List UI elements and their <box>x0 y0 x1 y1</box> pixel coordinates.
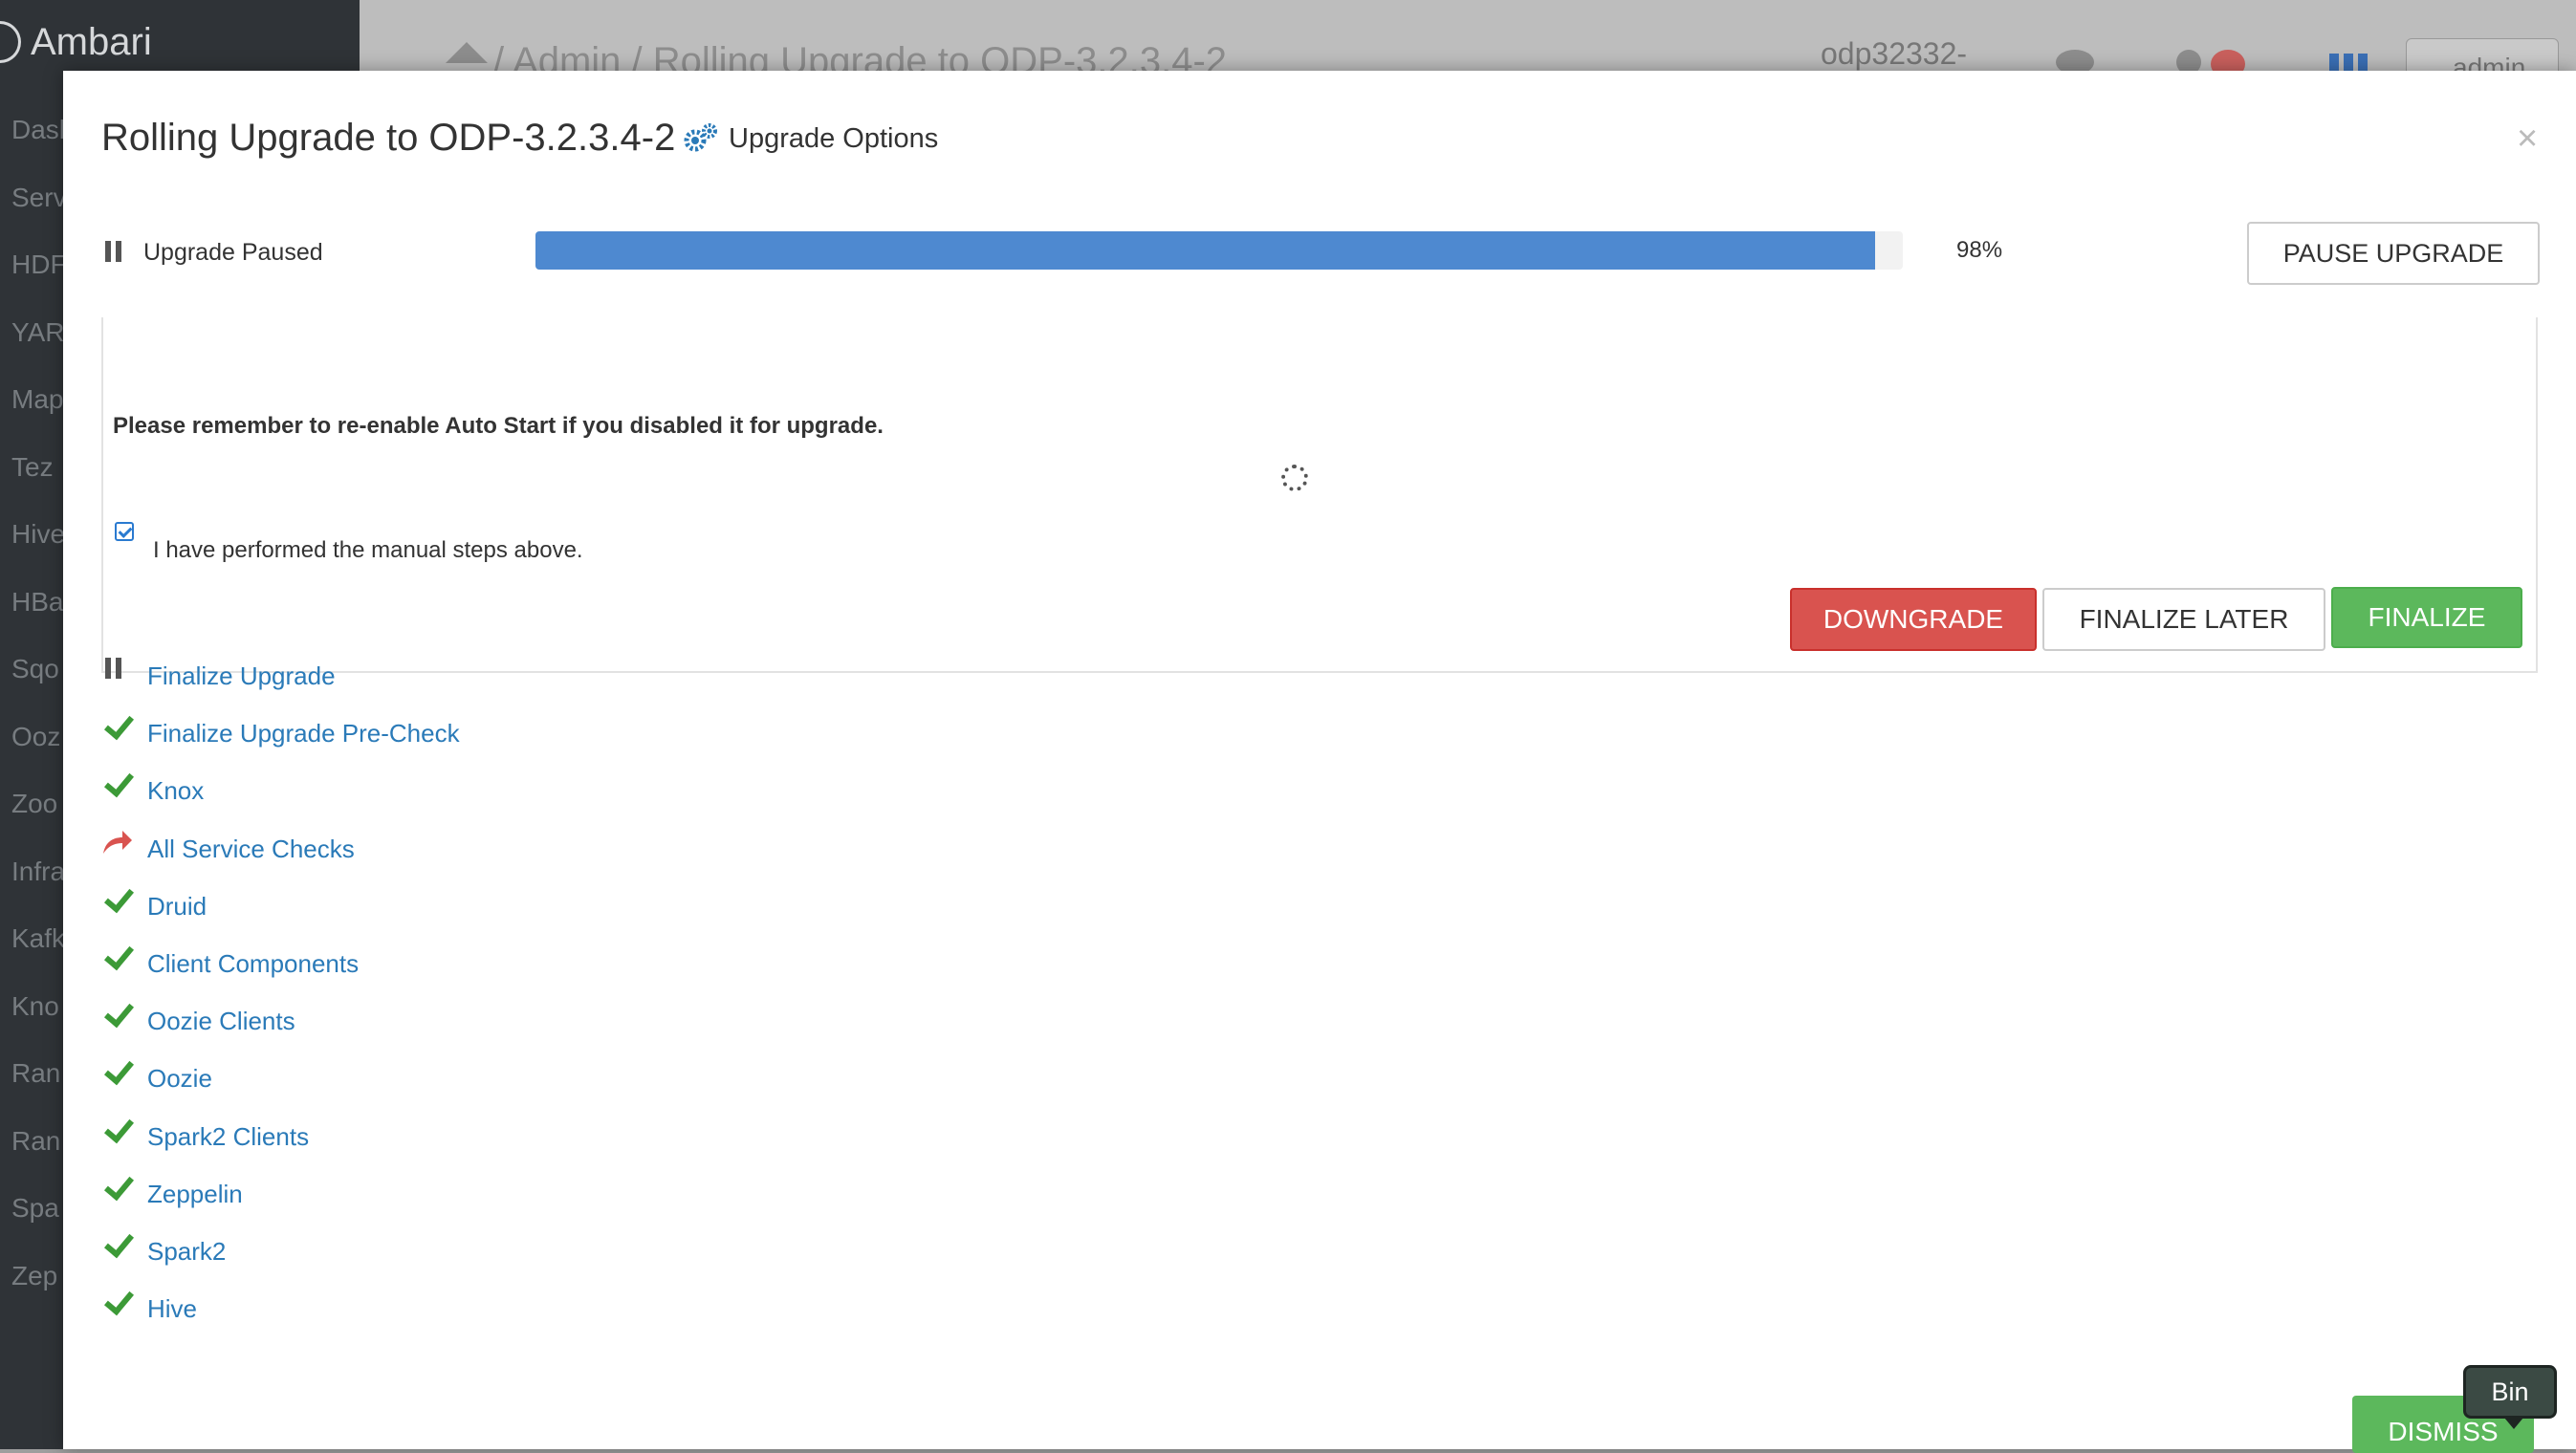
sidebar-item[interactable]: Map <box>11 384 63 415</box>
sidebar-item[interactable]: Ran <box>11 1058 60 1089</box>
upgrade-step-label[interactable]: Finalize Upgrade <box>147 661 336 691</box>
ambari-logo-icon <box>0 21 21 63</box>
upgrade-step-label[interactable]: Oozie Clients <box>147 1007 295 1036</box>
upgrade-step-label[interactable]: Hive <box>147 1294 197 1324</box>
sidebar-item[interactable]: Kno <box>11 991 59 1022</box>
spinner-icon <box>1281 465 1308 491</box>
upgrade-step-label[interactable]: Zeppelin <box>147 1180 243 1209</box>
check-icon <box>101 1001 134 1033</box>
pause-upgrade-button[interactable]: PAUSE UPGRADE <box>2247 222 2540 285</box>
upgrade-status: Upgrade Paused <box>143 239 323 266</box>
progress-percent: 98% <box>1956 237 2003 263</box>
check-icon <box>101 1289 134 1321</box>
gears-icon <box>684 123 717 152</box>
upgrade-modal: Rolling Upgrade to ODP-3.2.3.4-2 Upgrade… <box>63 71 2576 1449</box>
check-icon <box>101 943 134 976</box>
check-icon <box>101 1174 134 1206</box>
sidebar-item[interactable]: Spa <box>11 1193 59 1224</box>
sidebar-item[interactable]: Zoo <box>11 789 57 819</box>
sidebar-item[interactable]: Hive <box>11 519 65 550</box>
finalize-button[interactable]: FINALIZE <box>2331 587 2522 648</box>
progress-fill <box>535 231 1876 270</box>
upgrade-step-label[interactable]: Oozie <box>147 1064 212 1094</box>
upgrade-progress-bar <box>535 231 1903 270</box>
upgrade-step-label[interactable]: Finalize Upgrade Pre-Check <box>147 719 460 748</box>
check-icon <box>101 886 134 919</box>
check-icon <box>101 1058 134 1091</box>
upgrade-step-label[interactable]: Spark2 <box>147 1237 226 1267</box>
manual-steps-checkbox-label[interactable]: I have performed the manual steps above. <box>153 537 583 564</box>
cluster-name: odp32332- <box>1821 36 1968 71</box>
check-icon <box>101 1117 134 1149</box>
pause-icon <box>105 241 122 262</box>
sidebar-item[interactable]: Sqo <box>11 654 59 684</box>
sidebar-item[interactable]: YAR <box>11 317 65 348</box>
modal-title: Rolling Upgrade to ODP-3.2.3.4-2 <box>101 117 676 159</box>
sidebar-item[interactable]: Kafk <box>11 923 65 954</box>
check-icon <box>101 713 134 746</box>
pause-icon <box>105 658 122 679</box>
skip-arrow-icon <box>101 829 134 861</box>
upgrade-options-link[interactable]: Upgrade Options <box>683 122 938 155</box>
sidebar-item[interactable]: Tez <box>11 452 54 483</box>
sidebar-item[interactable]: HBa <box>11 587 63 618</box>
sidebar-item[interactable]: Serv <box>11 183 67 213</box>
upgrade-step-label[interactable]: All Service Checks <box>147 835 355 864</box>
downgrade-button[interactable]: DOWNGRADE <box>1790 588 2037 651</box>
upgrade-options-label: Upgrade Options <box>729 122 939 154</box>
sidebar-item[interactable]: Zep <box>11 1261 57 1291</box>
upgrade-step-label[interactable]: Knox <box>147 776 204 806</box>
brand-name: Ambari <box>31 20 152 63</box>
sidebar-item[interactable]: Ooz <box>11 722 60 752</box>
topbar: / Admin / Rolling Upgrade to ODP-3.2.3.4… <box>360 0 2576 82</box>
brand[interactable]: Ambari <box>0 13 152 71</box>
upgrade-step-label[interactable]: Client Components <box>147 949 359 979</box>
finalize-later-button[interactable]: FINALIZE LATER <box>2042 588 2325 651</box>
manual-steps-checkbox[interactable] <box>115 522 134 541</box>
auto-start-note: Please remember to re-enable Auto Start … <box>113 413 884 439</box>
sidebar-item[interactable]: HDF <box>11 249 67 280</box>
check-icon <box>101 1231 134 1264</box>
sidebar-item[interactable]: Infra <box>11 857 65 887</box>
sidebar-item[interactable]: Ran <box>11 1126 60 1157</box>
manual-steps-panel: Please remember to re-enable Auto Start … <box>101 317 2538 673</box>
check-icon <box>101 770 134 803</box>
close-icon[interactable]: × <box>2517 119 2538 160</box>
upgrade-step-label[interactable]: Druid <box>147 892 207 922</box>
upgrade-step-label[interactable]: Spark2 Clients <box>147 1122 309 1152</box>
tooltip: Bin <box>2463 1365 2557 1429</box>
